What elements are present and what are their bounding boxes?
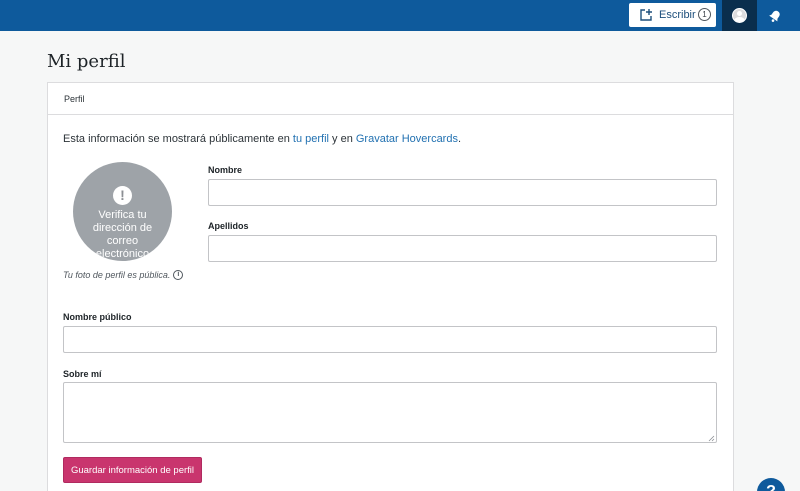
info-icon[interactable]: i (173, 270, 184, 280)
resize-grip-icon[interactable] (707, 434, 715, 442)
save-profile-button[interactable]: Guardar información de perfil (63, 457, 202, 483)
intro-text: Esta información se mostrará públicament… (63, 133, 461, 145)
profile-link[interactable]: tu perfil (293, 133, 329, 145)
last-name-label: Apellidos (208, 221, 249, 231)
about-textarea[interactable] (63, 382, 717, 443)
card-header: Perfil (47, 82, 734, 115)
first-name-label: Nombre (208, 165, 243, 175)
account-menu-button[interactable] (722, 0, 757, 31)
new-post-icon (640, 9, 652, 21)
photo-public-note: Tu foto de perfil es pública. i (63, 270, 184, 280)
avatar (732, 8, 747, 23)
hovercards-link[interactable]: Gravatar Hovercards (356, 133, 458, 145)
write-button[interactable]: Escribir 1 (629, 3, 716, 27)
top-bar: Escribir 1 (0, 0, 800, 31)
page-title: Mi perfil (47, 51, 126, 72)
profile-photo[interactable]: ! Verifica tu dirección de correo electr… (73, 162, 172, 261)
alert-icon: ! (113, 186, 132, 205)
display-name-label: Nombre público (63, 312, 132, 322)
intro-middle: y en (328, 133, 356, 145)
help-button[interactable]: ? (757, 478, 785, 491)
first-name-input[interactable] (208, 179, 717, 206)
intro-after: . (457, 133, 462, 145)
last-name-input[interactable] (208, 235, 717, 262)
write-label: Escribir (659, 9, 696, 21)
display-name-input[interactable] (63, 326, 717, 353)
intro-before: Esta información se mostrará públicament… (63, 133, 293, 145)
photo-note-text: Tu foto de perfil es pública. (63, 270, 171, 280)
bell-icon (768, 10, 780, 22)
about-label: Sobre mí (63, 369, 102, 379)
drafts-count-badge: 1 (698, 8, 711, 21)
notifications-button[interactable] (757, 0, 792, 31)
